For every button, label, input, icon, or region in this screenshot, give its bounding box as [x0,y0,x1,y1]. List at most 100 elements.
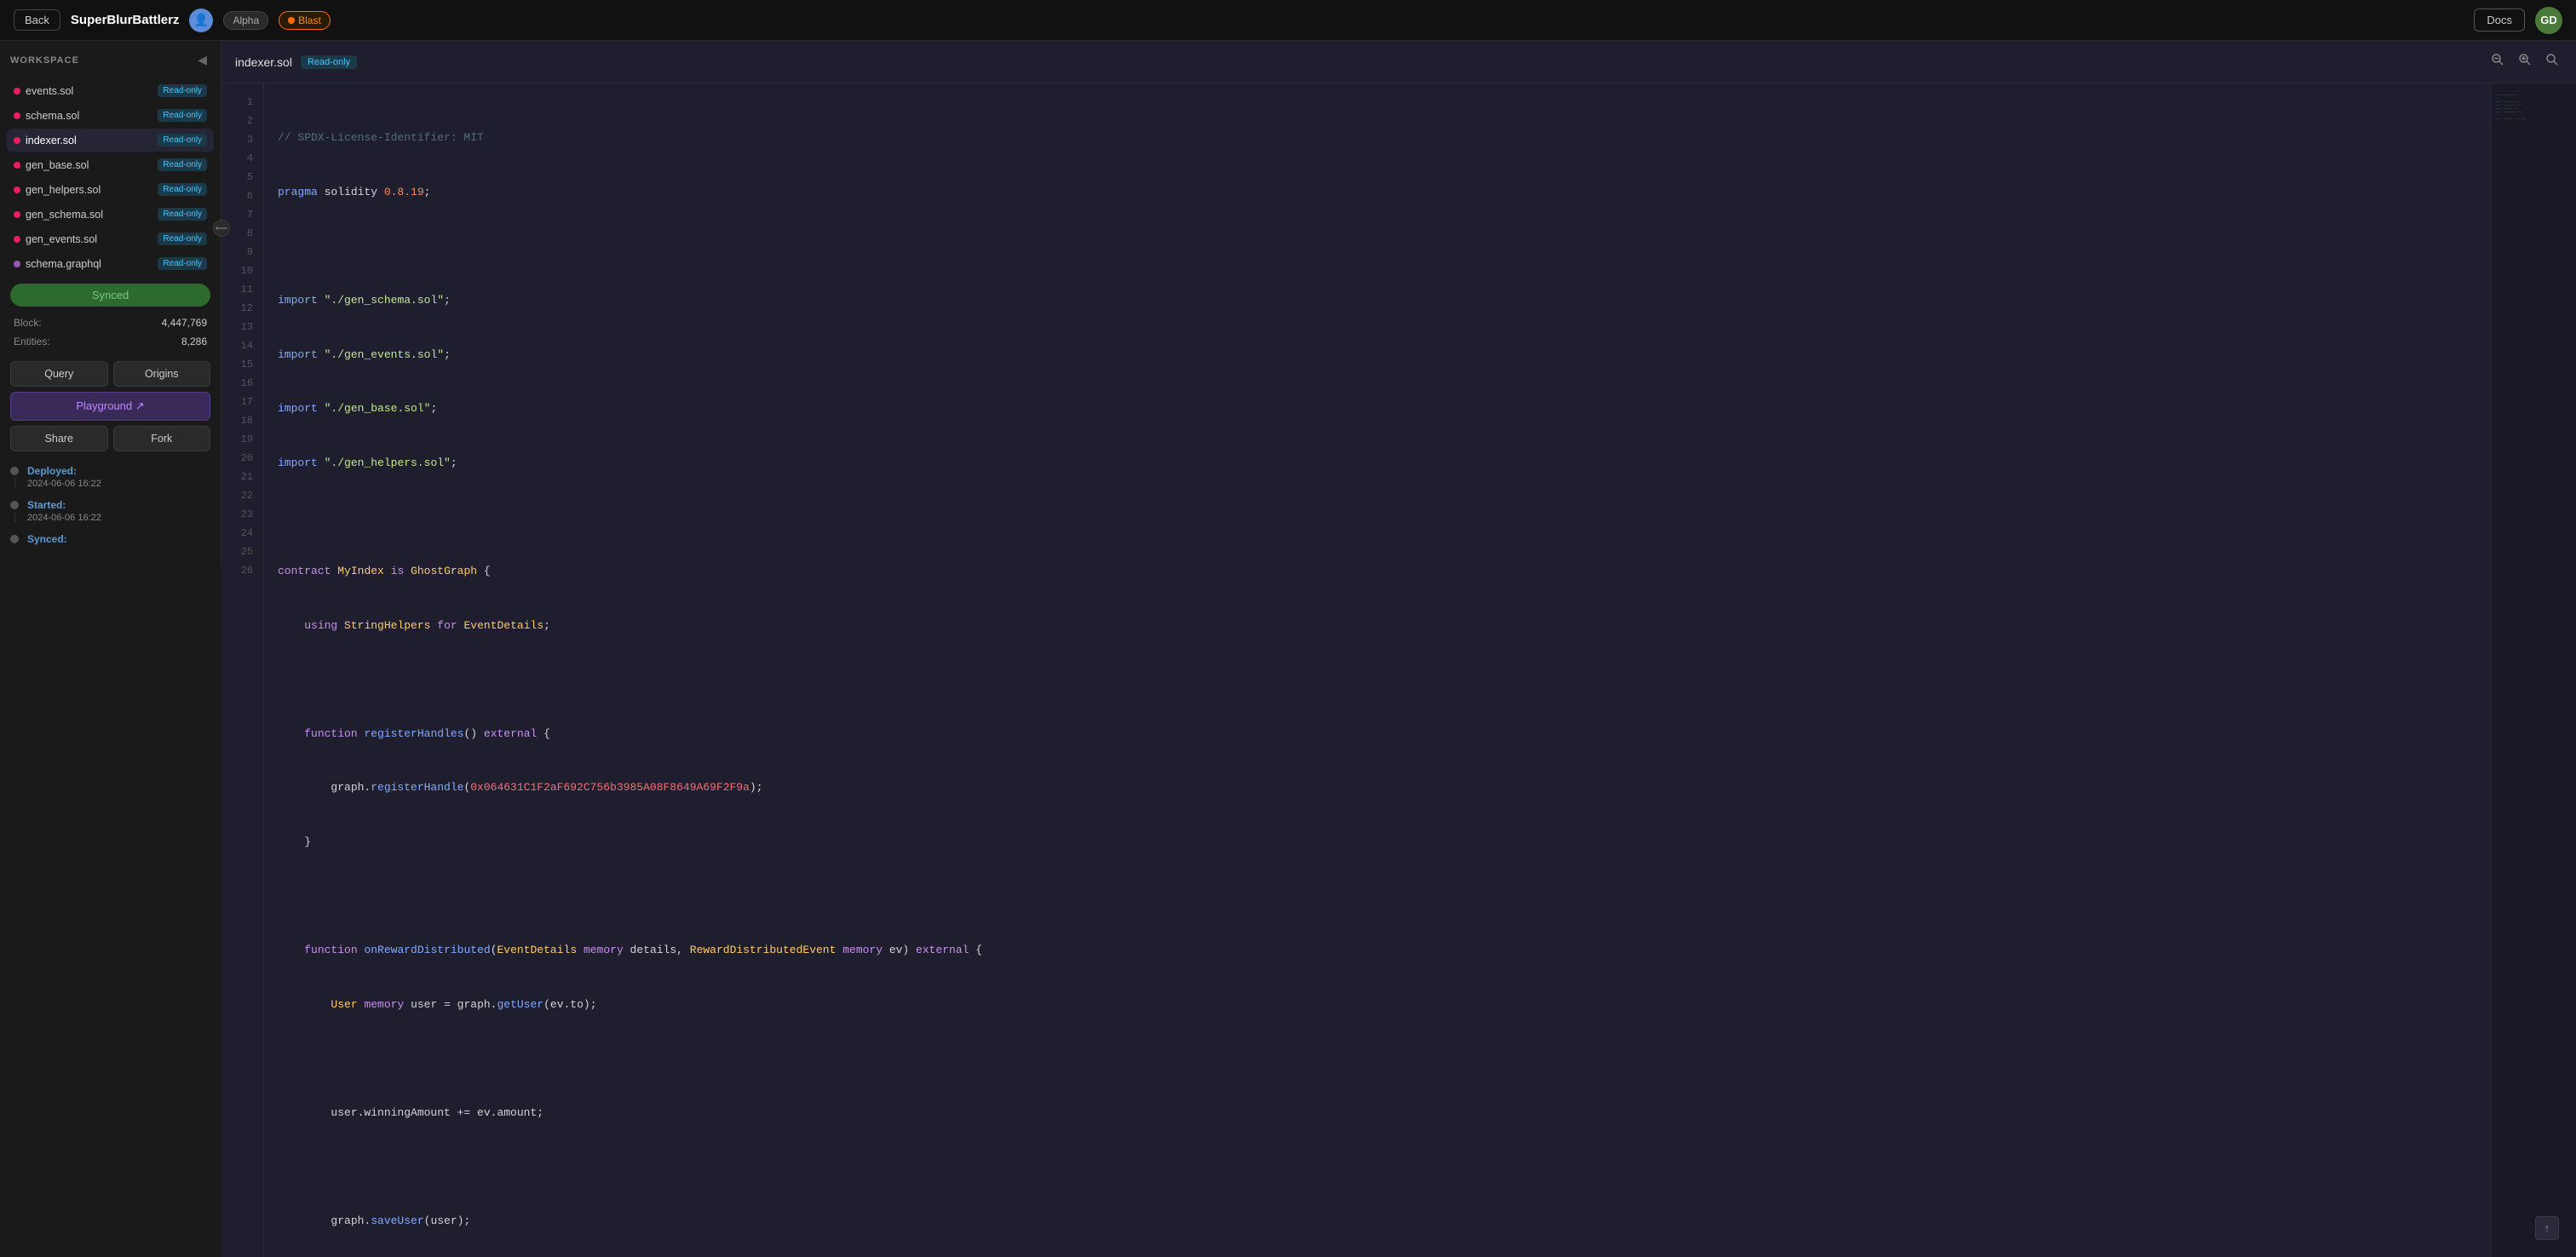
sidebar-collapse-arrow[interactable]: ⟵ [213,220,230,237]
line-number: 21 [221,468,263,487]
code-line-20 [278,1158,2477,1177]
read-only-badge: Read-only [158,158,207,171]
file-list: events.sol Read-only schema.sol Read-onl… [7,79,214,277]
block-value: 4,447,769 [162,317,207,329]
back-button[interactable]: Back [14,9,60,31]
minimap: // SPDX-License-Identifier: MIT pragma s… [2491,83,2576,1257]
started-timeline-item: Started: 2024-06-06 16:22 [10,499,210,523]
timeline-dot-synced [10,535,19,543]
origins-button[interactable]: Origins [113,361,211,387]
docs-button[interactable]: Docs [2474,9,2525,32]
code-line-3 [278,238,2477,256]
sidebar: WORKSPACE ◀ events.sol Read-only schema.… [0,41,221,565]
zoom-in-button[interactable] [2515,49,2535,74]
file-name: gen_helpers.sol [26,184,101,196]
line-number: 16 [221,375,263,393]
line-number: 19 [221,431,263,450]
timeline-dot-started [10,501,19,509]
code-editor: 1 2 3 4 5 6 7 8 9 10 11 12 13 14 15 16 1… [221,83,2576,1257]
file-name: gen_events.sol [26,233,97,245]
line-number: 12 [221,300,263,319]
file-name: schema.sol [26,110,79,122]
line-number: 22 [221,487,263,506]
file-name: gen_base.sol [26,159,89,171]
line-number: 18 [221,412,263,431]
entities-stat-row: Entities: 8,286 [10,334,210,349]
timeline-line [14,512,15,523]
sidebar-item-schema-sol[interactable]: schema.sol Read-only [7,104,214,127]
topbar: Back SuperBlurBattlerz 👤 Alpha Blast Doc… [0,0,2576,41]
query-origins-actions: Query Origins [10,361,210,387]
read-only-badge: Read-only [158,257,207,270]
deployed-label: Deployed: [27,465,101,477]
code-line-4: import "./gen_schema.sol"; [278,291,2477,310]
line-number: 20 [221,450,263,468]
sidebar-item-events-sol[interactable]: events.sol Read-only [7,79,214,102]
line-number: 1 [221,94,263,112]
code-line-7: import "./gen_helpers.sol"; [278,454,2477,473]
synced-badge: Synced [10,284,210,307]
timeline-line [14,478,15,489]
line-number: 10 [221,262,263,281]
code-line-8 [278,508,2477,527]
sidebar-item-schema-graphql[interactable]: schema.graphql Read-only [7,252,214,275]
code-line-10: using StringHelpers for EventDetails; [278,617,2477,635]
user-avatar[interactable]: GD [2535,7,2562,34]
file-name: events.sol [26,85,73,97]
line-number: 4 [221,150,263,169]
sidebar-header: WORKSPACE ◀ [7,51,214,79]
timeline-dot-deployed [10,467,19,475]
line-number: 25 [221,543,263,562]
file-name: schema.graphql [26,258,101,270]
fork-button[interactable]: Fork [113,426,211,451]
line-number: 23 [221,506,263,525]
blast-badge: Blast [279,11,331,30]
code-toolbar: indexer.sol Read-only [221,41,2576,83]
deployed-date: 2024-06-06 16:22 [27,479,101,489]
read-only-badge: Read-only [158,208,207,221]
code-content[interactable]: // SPDX-License-Identifier: MIT pragma s… [264,83,2491,1257]
zoom-out-button[interactable] [2487,49,2508,74]
code-line-12: function registerHandles() external { [278,725,2477,743]
code-line-13: graph.registerHandle(0x064631C1F2aF692C7… [278,779,2477,798]
file-dot-icon [14,162,20,169]
sidebar-collapse-button[interactable]: ◀ [194,51,210,69]
share-fork-actions: Share Fork [10,426,210,451]
deployed-timeline-item: Deployed: 2024-06-06 16:22 [10,465,210,489]
sidebar-item-gen-events-sol[interactable]: gen_events.sol Read-only [7,227,214,250]
search-button[interactable] [2542,49,2562,74]
code-line-19: user.winningAmount += ev.amount; [278,1104,2477,1122]
line-number: 15 [221,356,263,375]
share-button[interactable]: Share [10,426,108,451]
playground-button[interactable]: Playground ↗ [10,392,210,421]
file-dot-icon [14,137,20,144]
read-only-badge: Read-only [158,84,207,97]
code-line-18 [278,1050,2477,1069]
workspace-title: WORKSPACE [10,55,79,66]
code-line-2: pragma solidity 0.8.19; [278,183,2477,202]
code-line-1: // SPDX-License-Identifier: MIT [278,129,2477,148]
sidebar-item-gen-base-sol[interactable]: gen_base.sol Read-only [7,153,214,176]
code-readonly-badge: Read-only [301,55,357,69]
code-line-11 [278,671,2477,690]
line-number: 13 [221,319,263,337]
line-numbers: 1 2 3 4 5 6 7 8 9 10 11 12 13 14 15 16 1… [221,83,264,1257]
read-only-badge: Read-only [158,134,207,146]
timeline: Deployed: 2024-06-06 16:22 Started: 2024… [7,465,214,555]
line-number: 11 [221,281,263,300]
started-date: 2024-06-06 16:22 [27,513,101,523]
query-button[interactable]: Query [10,361,108,387]
file-name: gen_schema.sol [26,209,103,221]
sidebar-item-gen-schema-sol[interactable]: gen_schema.sol Read-only [7,203,214,226]
scroll-to-top-button[interactable]: ↑ [2535,1216,2559,1240]
code-line-17: User memory user = graph.getUser(ev.to); [278,996,2477,1014]
playground-label: Playground ↗ [76,399,144,413]
project-avatar-icon: 👤 [189,9,213,32]
line-number: 5 [221,169,263,187]
entities-value: 8,286 [181,336,207,347]
line-number: 3 [221,131,263,150]
code-line-15 [278,887,2477,906]
main-layout: WORKSPACE ◀ events.sol Read-only schema.… [0,41,2576,1257]
sidebar-item-indexer-sol[interactable]: indexer.sol Read-only [7,129,214,152]
sidebar-item-gen-helpers-sol[interactable]: gen_helpers.sol Read-only [7,178,214,201]
